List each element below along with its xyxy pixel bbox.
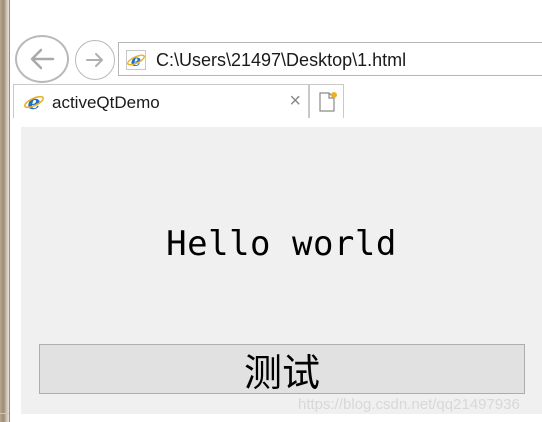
watermark: https://blog.csdn.net/qq21497936 (298, 396, 520, 413)
tab-label: activeQtDemo (52, 93, 160, 112)
ie-icon: e (24, 91, 44, 113)
window-bottom-divider (0, 413, 9, 414)
forward-button[interactable] (75, 40, 115, 80)
new-tab-icon (319, 92, 337, 112)
tab-activeqtdemo[interactable]: e activeQtDemo × (13, 84, 309, 118)
svg-text:e: e (28, 91, 41, 113)
test-button[interactable]: 测试 (39, 344, 525, 395)
ie-icon: e (126, 50, 146, 70)
window-left-border (0, 0, 9, 422)
address-bar[interactable]: e C:\Users\21497\Desktop\1.html (118, 42, 542, 76)
arrow-right-icon (86, 53, 103, 67)
arrow-left-icon (30, 48, 55, 70)
hello-text: Hello world (166, 224, 397, 264)
page-content: Hello world 测试 (21, 127, 542, 414)
new-tab-button[interactable] (309, 84, 344, 118)
window-left-border-line (9, 0, 10, 422)
close-icon[interactable]: × (289, 90, 301, 112)
address-text[interactable]: C:\Users\21497\Desktop\1.html (156, 50, 406, 71)
back-button[interactable] (15, 35, 69, 83)
svg-text:e: e (131, 51, 141, 70)
